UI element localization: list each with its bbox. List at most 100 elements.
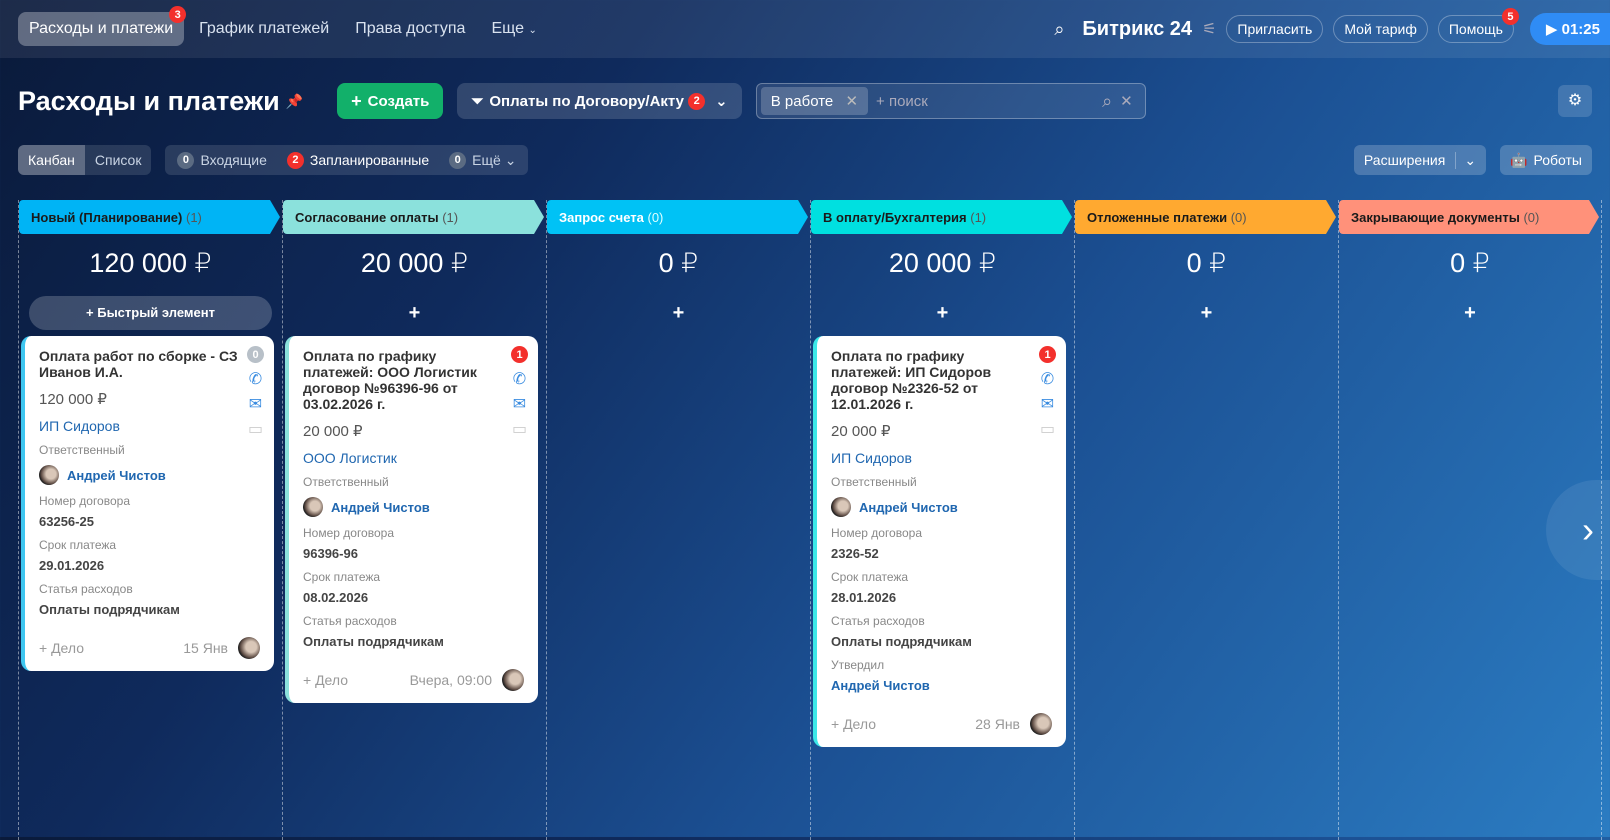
add-item-button[interactable]: + [283, 296, 546, 330]
company-link[interactable]: ООО Логистик [303, 450, 524, 466]
funnel-selector[interactable]: ⏷ Оплаты по Договору/Акту 2 ⌄ [457, 83, 742, 119]
field-label: Утвердил [831, 658, 885, 672]
filter-chip[interactable]: В работе ✕ [760, 87, 869, 115]
card-date: Вчера, 09:00 [409, 672, 492, 688]
column-sum: 0 ₽ [1186, 248, 1227, 278]
top-navigation: Расходы и платежи 3 График платежей Права… [0, 0, 1610, 58]
expense-category: Оплаты подрядчикам [39, 602, 180, 617]
responsible-link[interactable]: Андрей Чистов [67, 468, 166, 483]
column-header[interactable]: Отложенные платежи (0) [1075, 200, 1336, 234]
add-activity-button[interactable]: + Дело [303, 672, 348, 688]
tariff-button[interactable]: Мой тариф [1333, 15, 1428, 43]
extensions-button[interactable]: Расширения ⌄ [1353, 145, 1487, 175]
pin-icon[interactable]: 📌 [286, 93, 303, 110]
kanban-column: В оплату/Бухгалтерия (1) 20 000 ₽ + 1 ✆ ✉ ▭… [810, 200, 1074, 840]
phone-icon[interactable]: ✆ [1041, 371, 1054, 388]
clear-icon[interactable]: ✕ [1120, 92, 1133, 110]
mail-icon[interactable]: ✉ [513, 396, 526, 413]
view-kanban[interactable]: Канбан [18, 145, 85, 175]
field-label: Срок платежа [39, 538, 117, 552]
add-item-button[interactable]: + [811, 296, 1074, 330]
comment-icon[interactable]: ▭ [1040, 421, 1055, 438]
column-header[interactable]: Закрывающие документы (0) [1339, 200, 1599, 234]
help-button[interactable]: Помощь 5 [1437, 8, 1519, 43]
field-label: Ответственный [303, 475, 389, 489]
approver-link[interactable]: Андрей Чистов [831, 678, 1052, 693]
expense-category: Оплаты подрядчикам [831, 634, 972, 649]
field-label: Ответственный [831, 475, 917, 489]
responsible-link[interactable]: Андрей Чистов [331, 500, 430, 515]
add-item-button[interactable]: + [547, 296, 810, 330]
column-sum: 0 ₽ [658, 248, 699, 278]
comment-icon[interactable]: ▭ [248, 421, 263, 438]
card-title[interactable]: Оплата по графику платежей: ООО Логистик… [303, 348, 508, 412]
page-title: Расходы и платежи [18, 85, 280, 116]
help-badge: 5 [1501, 8, 1519, 25]
robots-button[interactable]: 🤖 Роботы [1500, 145, 1592, 175]
deal-card[interactable]: 0 ✆ ✉ ▭ Оплата работ по сборке - СЗ Иванов… [21, 336, 274, 671]
add-activity-button[interactable]: + Дело [831, 716, 876, 732]
chevron-down-icon[interactable]: ⌄ [1455, 151, 1476, 169]
kanban-column: Отложенные платежи (0) 0 ₽ + [1074, 200, 1338, 840]
counter-more[interactable]: 0 Ещё ⌄ [449, 151, 516, 169]
view-switcher: Канбан Список [18, 145, 152, 175]
settings-sliders-icon[interactable]: ⚟ [1202, 19, 1216, 39]
column-header[interactable]: В оплату/Бухгалтерия (1) [811, 200, 1072, 234]
timer-button[interactable]: ▶ 01:25 [1529, 13, 1610, 45]
tab-more[interactable]: Еще ⌄ [480, 12, 547, 46]
phone-icon[interactable]: ✆ [249, 371, 262, 388]
deal-card[interactable]: 1 ✆ ✉ ▭ Оплата по графику платежей: ИП Сид… [813, 336, 1066, 747]
responsible-link[interactable]: Андрей Чистов [859, 500, 958, 515]
company-link[interactable]: ИП Сидоров [39, 418, 260, 434]
close-icon[interactable]: ✕ [845, 93, 858, 110]
kanban-board: Новый (Планирование) (1) 120 000 ₽ + Быст… [18, 200, 1602, 840]
card-title[interactable]: Оплата работ по сборке - СЗ Иванов И.А. [39, 348, 244, 380]
field-label: Статья расходов [303, 614, 397, 628]
contract-number: 96396-96 [303, 546, 358, 561]
deal-card[interactable]: 1 ✆ ✉ ▭ Оплата по графику платежей: ООО Ло… [285, 336, 538, 703]
create-button[interactable]: + Создать [337, 83, 444, 119]
add-activity-button[interactable]: + Дело [39, 640, 84, 656]
column-header[interactable]: Новый (Планирование) (1) [19, 200, 280, 234]
column-header[interactable]: Запрос счета (0) [547, 200, 808, 234]
comment-icon[interactable]: ▭ [512, 421, 527, 438]
field-label: Номер договора [831, 526, 922, 540]
card-amount: 20 000 ₽ [831, 423, 891, 440]
view-list[interactable]: Список [85, 145, 152, 175]
counter-incoming[interactable]: 0 Входящие [177, 151, 267, 169]
phone-icon[interactable]: ✆ [513, 371, 526, 388]
tab-payment-schedule[interactable]: График платежей [188, 12, 340, 46]
card-amount: 20 000 ₽ [303, 423, 363, 440]
invite-button[interactable]: Пригласить [1226, 15, 1324, 43]
plus-icon: + [351, 90, 362, 111]
quick-add-button[interactable]: + Быстрый элемент [29, 296, 272, 330]
tab-expenses[interactable]: Расходы и платежи 3 [18, 6, 187, 46]
add-item-button[interactable]: + [1075, 296, 1338, 330]
counter-planned[interactable]: 2 Запланированные [286, 151, 429, 169]
field-label: Ответственный [39, 443, 125, 457]
search-icon[interactable]: ⌕ [1054, 19, 1064, 40]
notification-badge: 3 [169, 6, 187, 23]
card-date: 28 Янв [975, 716, 1020, 732]
company-link[interactable]: ИП Сидоров [831, 450, 1052, 466]
column-sum: 20 000 ₽ [888, 248, 997, 278]
tab-access-rights[interactable]: Права доступа [344, 12, 476, 46]
field-label: Статья расходов [831, 614, 925, 628]
column-sum: 0 ₽ [1450, 248, 1490, 278]
avatar [39, 465, 59, 485]
card-title[interactable]: Оплата по графику платежей: ИП Сидоров д… [831, 348, 1036, 412]
expense-category: Оплаты подрядчикам [303, 634, 444, 649]
column-sum: 120 000 ₽ [89, 248, 212, 278]
search-icon[interactable]: ⌕ [1102, 91, 1112, 112]
avatar [238, 637, 260, 659]
column-header[interactable]: Согласование оплаты (1) [283, 200, 544, 234]
settings-button[interactable]: ⚙ [1558, 85, 1592, 117]
mail-icon[interactable]: ✉ [1041, 396, 1054, 413]
add-item-button[interactable]: + [1339, 296, 1601, 330]
kanban-column: Запрос счета (0) 0 ₽ + [546, 200, 810, 840]
column-sum: 20 000 ₽ [360, 248, 469, 278]
chevron-down-icon: ⌄ [528, 25, 537, 36]
field-label: Срок платежа [831, 570, 909, 584]
search-input[interactable]: В работе ✕ + поиск ⌕ ✕ [755, 83, 1146, 119]
mail-icon[interactable]: ✉ [249, 396, 262, 413]
